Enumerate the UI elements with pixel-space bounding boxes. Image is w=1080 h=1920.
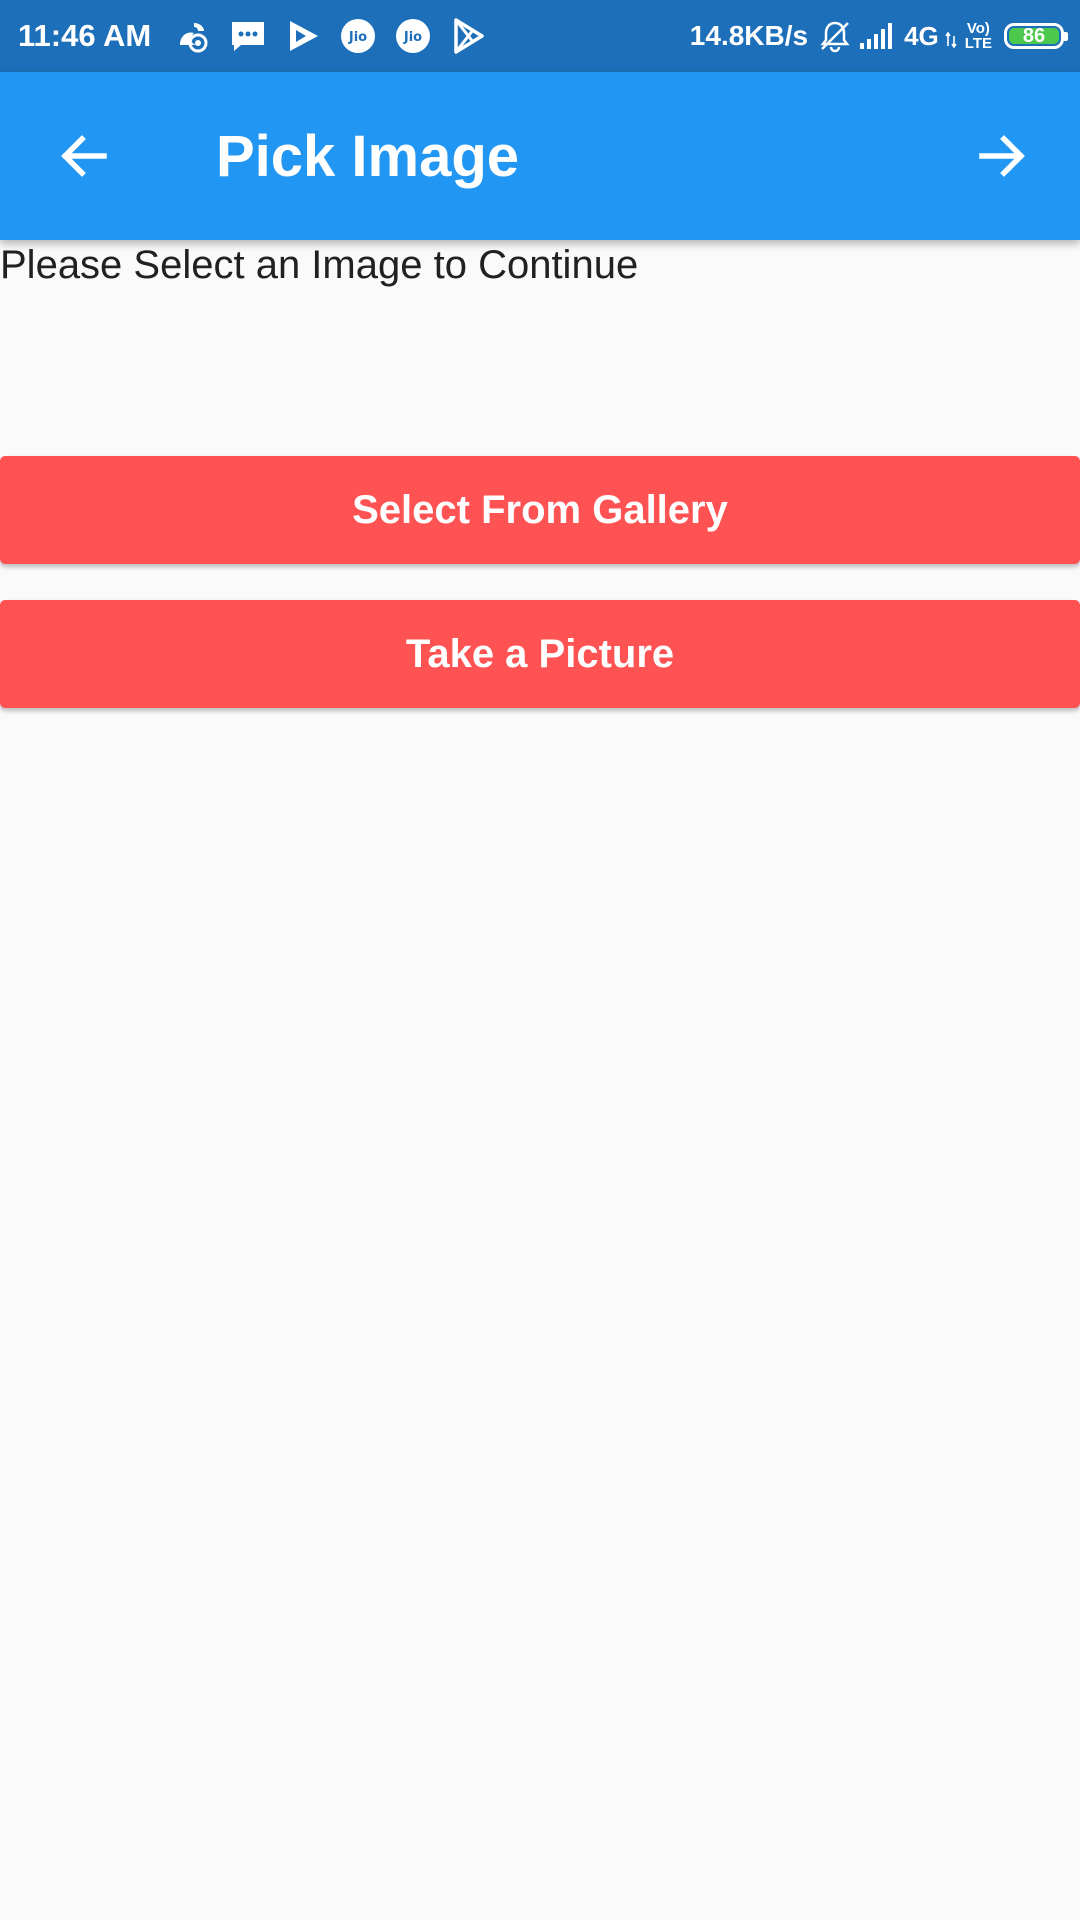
- status-bar: 11:46 AM Jio Jio 14.8KB/s 4G Vo) LTE 86: [0, 0, 1080, 72]
- play-store-icon: [448, 16, 488, 56]
- forward-button[interactable]: [958, 112, 1046, 200]
- status-time: 11:46 AM: [18, 18, 152, 53]
- play-movies-icon: [283, 16, 323, 56]
- jio-icon: Jio: [338, 16, 378, 56]
- alarm-off-icon: [818, 19, 852, 53]
- network-type: 4G: [904, 20, 939, 51]
- status-right: 14.8KB/s 4G Vo) LTE 86: [689, 19, 1068, 53]
- arrow-back-icon: [61, 135, 107, 177]
- network-speed: 14.8KB/s: [689, 20, 809, 51]
- app-bar: Pick Image: [0, 72, 1080, 240]
- status-left: 11:46 AM Jio Jio: [18, 16, 503, 56]
- data-activity-icon: [945, 24, 957, 48]
- uc-browser-icon: [173, 16, 213, 56]
- svg-text:Jio: Jio: [348, 30, 367, 45]
- volte-indicator: Vo) LTE: [965, 21, 992, 51]
- select-from-gallery-button[interactable]: Select From Gallery: [0, 456, 1080, 564]
- back-button[interactable]: [40, 112, 128, 200]
- take-a-picture-button[interactable]: Take a Picture: [0, 600, 1080, 708]
- message-icon: [228, 16, 268, 56]
- battery-level: 86: [1009, 25, 1059, 47]
- signal-icon: [858, 21, 898, 51]
- page-title: Pick Image: [216, 124, 520, 189]
- battery-icon: 86: [1004, 23, 1068, 49]
- svg-text:Jio: Jio: [403, 30, 422, 45]
- select-image-prompt: Please Select an Image to Continue: [0, 243, 639, 287]
- volte-line2: LTE: [964, 35, 992, 52]
- jio-icon: Jio: [393, 16, 433, 56]
- arrow-forward-icon: [979, 135, 1025, 177]
- battery-tip: [1064, 32, 1068, 41]
